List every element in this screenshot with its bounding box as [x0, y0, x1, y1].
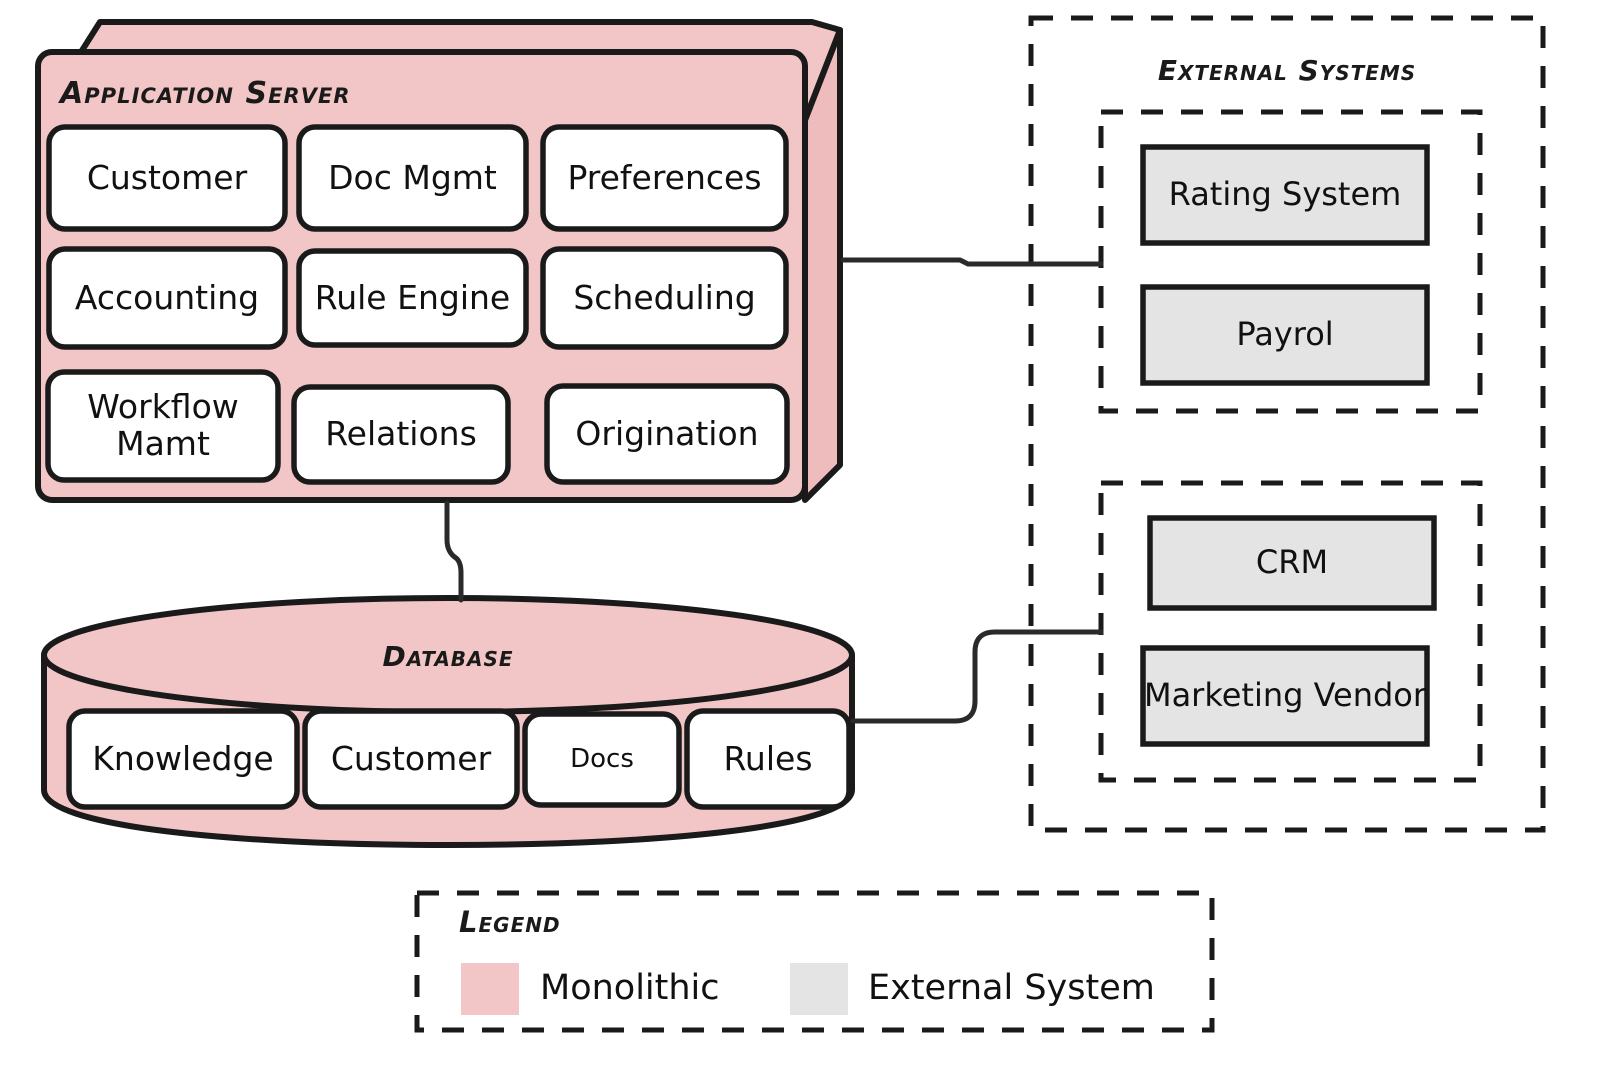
external-box-rating-system[interactable]: [1140, 144, 1430, 246]
module-box-relations[interactable]: [291, 384, 511, 485]
diagram-vector-layer: [35, 15, 1546, 1033]
store-box-rules[interactable]: [684, 708, 852, 810]
module-box-scheduling[interactable]: [540, 246, 789, 350]
external-box-payrol[interactable]: [1140, 284, 1430, 386]
store-box-knowledge[interactable]: [66, 708, 300, 810]
connector-app-server-to-external-group-one: [840, 257, 1104, 267]
module-box-accounting[interactable]: [46, 246, 288, 350]
module-box-rule-engine[interactable]: [296, 248, 529, 348]
legend-swatch-monolithic: [461, 963, 519, 1015]
diagram-canvas: Application Server Customer Doc Mgmt Pre…: [0, 0, 1600, 1068]
module-box-origination[interactable]: [544, 383, 790, 485]
database-cylinder-top: [41, 595, 855, 715]
module-box-doc-mgmt[interactable]: [296, 124, 529, 232]
connector-app-server-to-database: [444, 500, 464, 603]
legend-swatch-external-system: [790, 963, 848, 1015]
module-box-preferences[interactable]: [540, 124, 789, 232]
external-box-marketing-vendor[interactable]: [1140, 645, 1430, 747]
store-box-customer[interactable]: [302, 708, 520, 810]
module-box-customer[interactable]: [46, 124, 288, 232]
connector-database-to-external-group-two: [850, 629, 1104, 724]
store-box-docs[interactable]: [522, 711, 682, 808]
module-box-workflow-mamt[interactable]: [45, 369, 281, 483]
external-box-crm[interactable]: [1147, 515, 1437, 611]
